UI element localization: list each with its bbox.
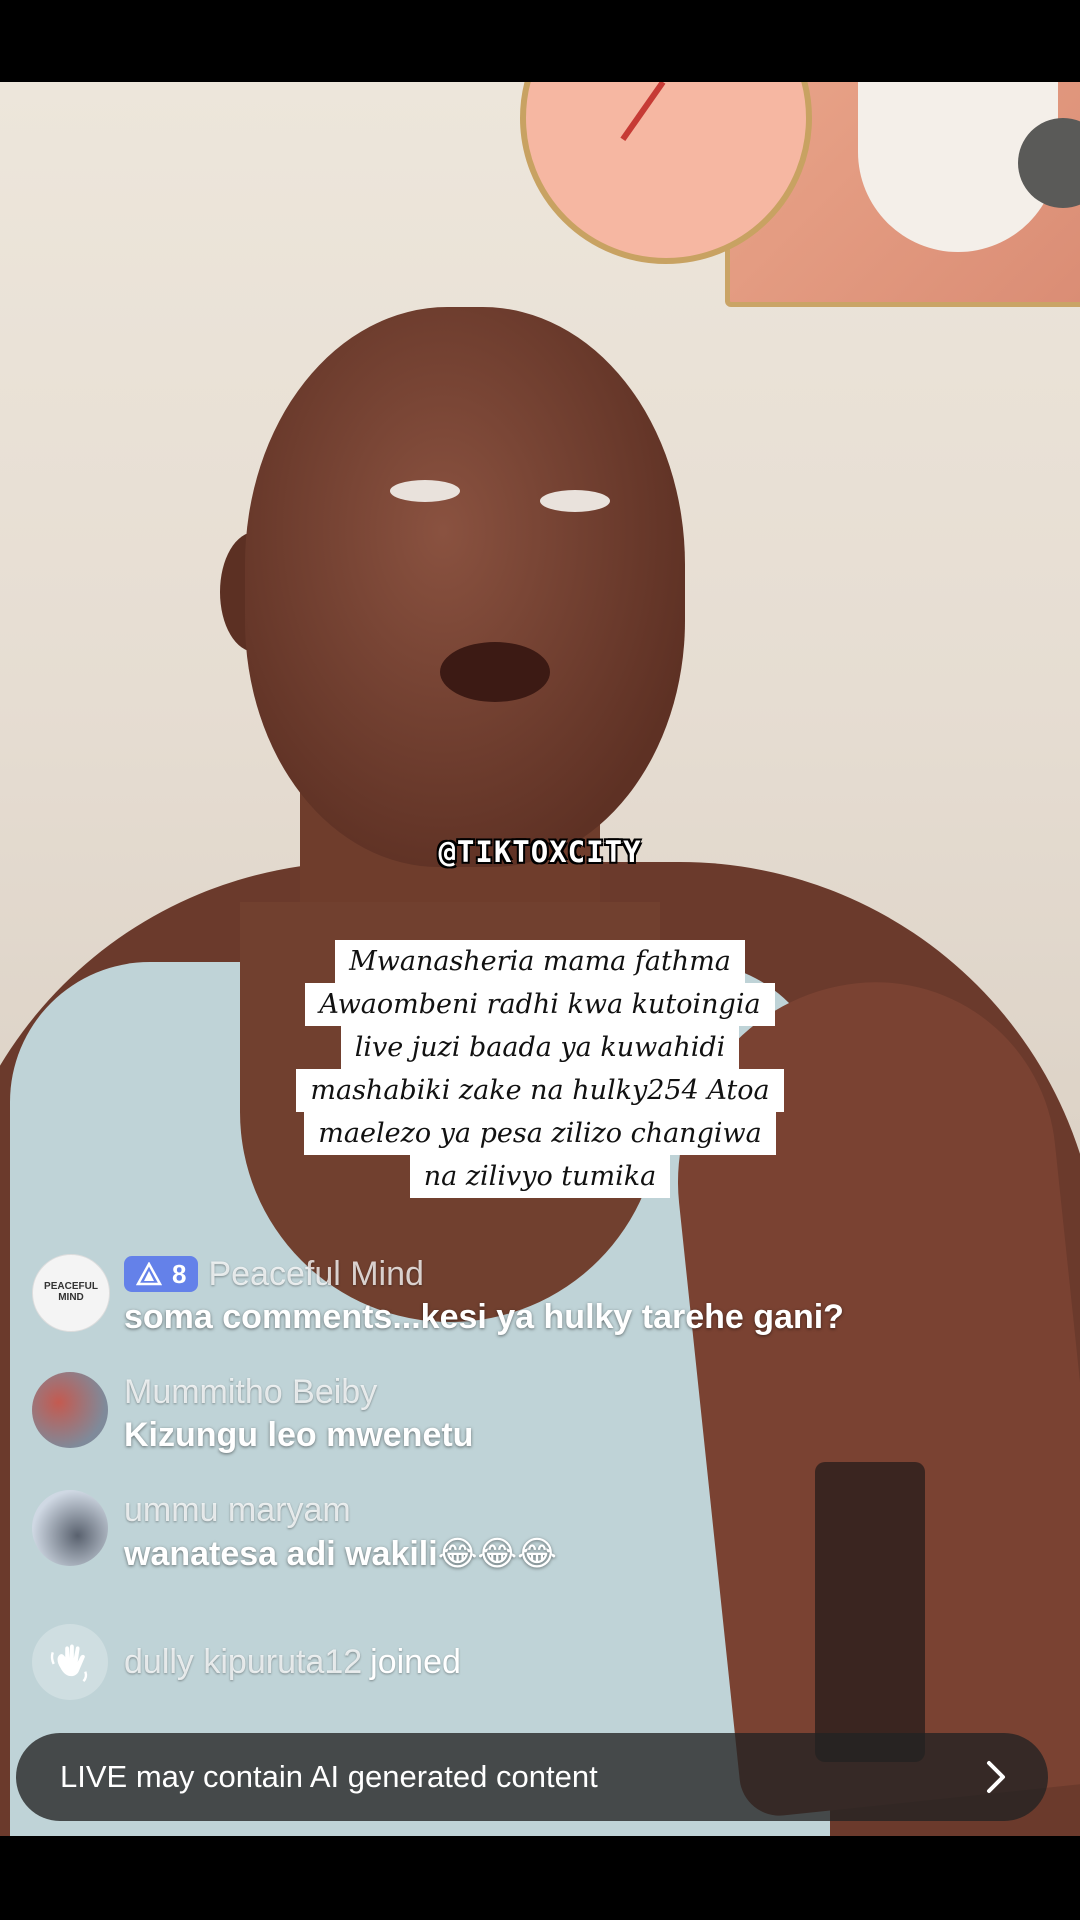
person-eye-left [390,480,460,502]
caption-line: Awaombeni radhi kwa kutoingia [305,983,775,1026]
avatar-label: PEACEFUL MIND [44,1281,98,1303]
join-action: joined [370,1642,461,1681]
join-body: dully kipuruta12 joined [124,1624,461,1700]
ai-notice-text: LIVE may contain AI generated content [60,1759,598,1794]
caption-line: maelezo ya pesa zilizo changiwa [304,1112,776,1155]
caption-line: Mwanasheria mama fathma [335,940,745,983]
wave-hand-icon [50,1644,88,1683]
comment-username[interactable]: Peaceful Mind [208,1255,423,1294]
caption-overlay: Mwanasheria mama fathma Awaombeni radhi … [290,940,790,1198]
level-number: 8 [172,1258,187,1289]
person-head [245,307,685,867]
ai-content-notice[interactable]: LIVE may contain AI generated content [16,1733,1048,1821]
avatar[interactable] [32,1490,108,1566]
chat-comment[interactable]: Mummitho Beiby Kizungu leo mwenetu [32,1372,1052,1472]
person-mouth [440,642,550,702]
name-row: ummu maryam [124,1490,557,1530]
caption-line: mashabiki zake na hulky254 Atoa [296,1069,784,1112]
comment-text: Kizungu leo mwenetu [124,1416,474,1454]
join-username[interactable]: dully kipuruta12 [124,1643,362,1682]
avatar[interactable]: PEACEFUL MIND [32,1254,110,1332]
level-badge: 8 [124,1256,199,1292]
chat-comment[interactable]: ummu maryam wanatesa adi wakili😂😂😂 [32,1490,1052,1590]
top-letterbox [0,0,1080,82]
avatar[interactable] [32,1372,108,1448]
comment-body: ummu maryam wanatesa adi wakili😂😂😂 [124,1490,557,1574]
level-triangle-icon [136,1262,162,1286]
comment-username[interactable]: Mummitho Beiby [124,1373,377,1412]
caption-line: live juzi baada ya kuwahidi [340,1026,740,1069]
comment-text: wanatesa adi wakili😂😂😂 [124,1535,557,1573]
join-text: dully kipuruta12 joined [124,1624,461,1700]
join-icon-wrap [32,1624,108,1700]
person-eye-right [540,490,610,512]
comment-body: 8 Peaceful Mind soma comments...kesi ya … [124,1254,844,1337]
watermark: @TIKTOXCITY [438,835,642,869]
chevron-right-icon[interactable] [974,1755,1018,1799]
comment-text: soma comments...kesi ya hulky tarehe gan… [124,1298,844,1336]
comment-username[interactable]: ummu maryam [124,1491,351,1530]
bottom-letterbox [0,1836,1080,1920]
chat-comment[interactable]: PEACEFUL MIND 8 Peaceful Mind soma comme… [32,1254,1052,1354]
caption-line: na zilivyo tumika [409,1155,671,1198]
join-event: dully kipuruta12 joined [32,1624,1052,1724]
name-row: Mummitho Beiby [124,1372,473,1412]
name-row: 8 Peaceful Mind [124,1254,844,1294]
comment-body: Mummitho Beiby Kizungu leo mwenetu [124,1372,473,1455]
